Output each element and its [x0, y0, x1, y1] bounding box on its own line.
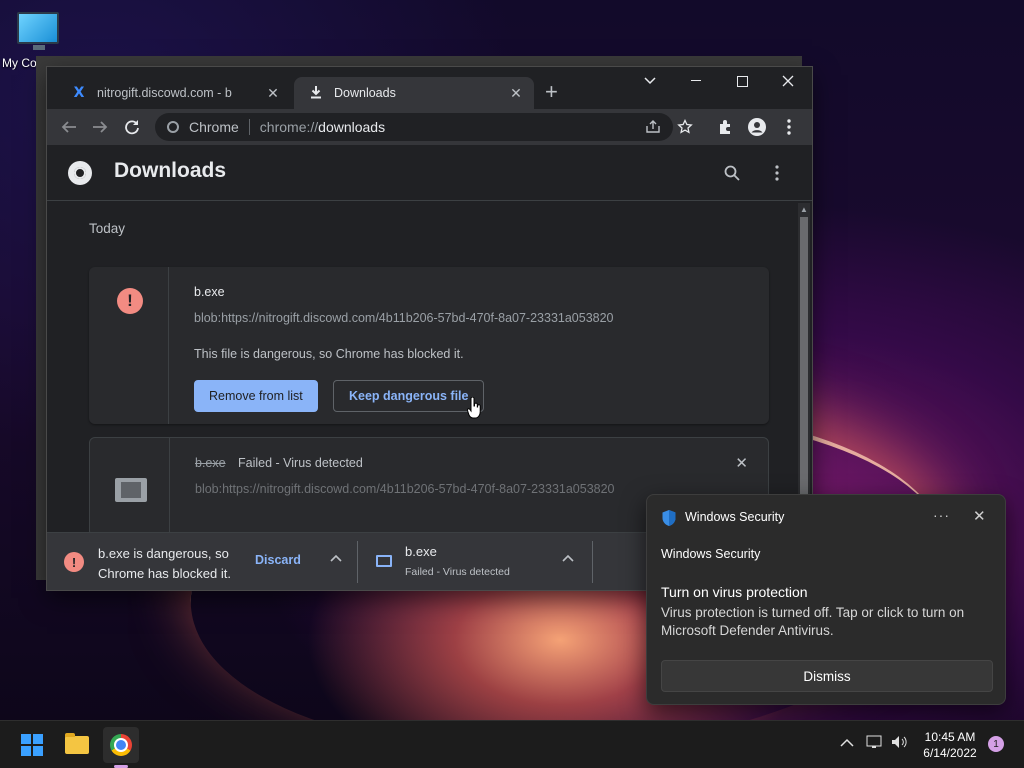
download-url[interactable]: blob:https://nitrogift.discowd.com/4b11b… [195, 482, 615, 496]
remove-from-list-button[interactable]: Remove from list [194, 380, 318, 412]
site-chip-label: Chrome [189, 119, 239, 135]
keep-dangerous-file-button[interactable]: Keep dangerous file [333, 380, 485, 412]
discard-button[interactable]: Discard [255, 553, 301, 567]
back-arrow-icon[interactable] [57, 115, 81, 139]
shield-icon [662, 510, 676, 526]
clock-date: 6/14/2022 [923, 746, 977, 760]
download-url[interactable]: blob:https://nitrogift.discowd.com/4b11b… [194, 311, 614, 325]
tab-search-chevron-icon[interactable] [627, 67, 673, 95]
tab-close-icon[interactable]: ✕ [508, 85, 524, 102]
toast-subtitle: Windows Security [661, 547, 761, 561]
danger-description: This file is dangerous, so Chrome has bl… [194, 347, 464, 361]
toast-title: Turn on virus protection [661, 584, 808, 600]
site-favicon-icon: X [73, 85, 85, 101]
scroll-thumb[interactable] [800, 217, 808, 537]
folder-icon [65, 733, 89, 754]
chrome-taskbar-button[interactable] [103, 727, 139, 763]
tab-title: nitrogift.discowd.com - b [97, 86, 232, 100]
chevron-up-icon[interactable] [562, 551, 574, 565]
item-icon-column: ! [89, 267, 169, 424]
chrome-icon [110, 734, 132, 756]
download-filename: b.exe [195, 456, 226, 470]
search-icon[interactable] [720, 161, 744, 185]
download-filename[interactable]: b.exe [194, 285, 225, 299]
new-tab-button[interactable]: + [545, 81, 558, 103]
shelf-divider [592, 541, 593, 583]
toast-app-name: Windows Security [685, 510, 785, 524]
tab-downloads[interactable]: Downloads ✕ [294, 77, 534, 109]
share-icon[interactable] [641, 115, 665, 139]
start-button[interactable] [14, 727, 50, 763]
more-options-icon[interactable]: ··· [933, 507, 950, 523]
page-scrollbar[interactable]: ▲ [798, 203, 810, 537]
show-hidden-icons-chevron-icon[interactable] [840, 735, 854, 750]
chrome-icon [167, 121, 179, 133]
bookmark-star-icon[interactable] [673, 115, 697, 139]
file-type-icon [115, 478, 147, 502]
address-bar[interactable]: Chrome chrome://downloads [155, 113, 673, 141]
download-item-dangerous: ! b.exe blob:https://nitrogift.discowd.c… [89, 267, 769, 424]
item-icon-column [90, 438, 170, 536]
url-scheme: chrome:// [259, 119, 319, 135]
computer-icon [17, 12, 59, 50]
warning-icon: ! [117, 288, 143, 314]
page-menu-icon[interactable] [765, 161, 789, 185]
notification-count-badge[interactable]: 1 [988, 736, 1004, 752]
taskbar: 10:45 AM 6/14/2022 1 [0, 720, 1024, 768]
url-host: downloads [318, 119, 386, 135]
scroll-up-arrow-icon[interactable]: ▲ [800, 205, 808, 214]
forward-arrow-icon[interactable] [88, 115, 112, 139]
network-icon[interactable] [866, 735, 884, 752]
clock-time: 10:45 AM [924, 730, 976, 744]
dismiss-button[interactable]: Dismiss [661, 660, 993, 692]
extensions-puzzle-icon[interactable] [713, 115, 737, 139]
windows-logo-icon [21, 734, 43, 756]
volume-icon[interactable] [891, 735, 909, 752]
tab-strip: X nitrogift.discowd.com - b ✕ Downloads … [47, 67, 812, 109]
tab-close-icon[interactable]: ✕ [265, 85, 281, 102]
chrome-site-chip[interactable]: Chrome [167, 119, 250, 135]
minimize-button[interactable] [673, 67, 719, 95]
toast-close-icon[interactable]: ✕ [973, 507, 986, 525]
system-clock[interactable]: 10:45 AM 6/14/2022 [918, 729, 982, 761]
browser-toolbar: Chrome chrome://downloads [47, 109, 812, 145]
tab-title: Downloads [334, 86, 396, 100]
close-window-button[interactable] [765, 67, 811, 95]
browser-menu-icon[interactable] [777, 115, 801, 139]
page-header: Downloads [47, 145, 812, 201]
file-explorer-button[interactable] [59, 727, 95, 763]
chevron-up-icon[interactable] [330, 551, 342, 565]
date-group-label: Today [89, 221, 126, 236]
reload-icon[interactable] [120, 115, 144, 139]
hand-cursor-icon [467, 397, 481, 419]
shelf-divider [357, 541, 358, 583]
warning-icon: ! [64, 552, 84, 572]
chrome-logo-icon [68, 161, 92, 185]
shelf-item-dangerous[interactable]: ! b.exe is dangerous, so Chrome has bloc… [47, 533, 357, 590]
maximize-button[interactable] [719, 67, 765, 95]
profile-avatar-icon[interactable] [745, 115, 769, 139]
shelf-item-message: b.exe is dangerous, so Chrome has blocke… [98, 546, 231, 581]
remove-item-close-icon[interactable]: ✕ [735, 454, 748, 472]
toast-body: Virus protection is turned off. Tap or c… [661, 605, 965, 638]
shelf-item-filename[interactable]: b.exe [405, 544, 437, 559]
download-status: Failed - Virus detected [238, 456, 363, 470]
windows-security-toast[interactable]: Windows Security ··· ✕ Windows Security … [646, 494, 1006, 705]
tab-nitrogift[interactable]: X nitrogift.discowd.com - b ✕ [57, 77, 291, 109]
shelf-item-status: Failed - Virus detected [405, 566, 510, 578]
file-icon [376, 555, 392, 567]
download-icon [308, 85, 324, 102]
page-title: Downloads [114, 159, 227, 182]
